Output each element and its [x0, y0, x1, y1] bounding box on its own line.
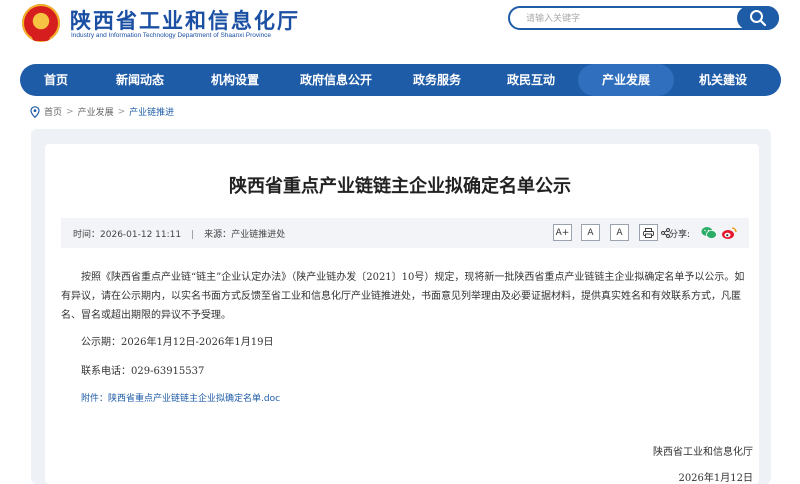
nav-item-industry[interactable]: 产业发展 [578, 64, 674, 96]
search-icon [750, 10, 767, 27]
breadcrumb-home[interactable]: 首页 [44, 105, 62, 118]
print-icon [643, 228, 654, 238]
article-title: 陕西省重点产业链链主企业拟确定名单公示 [229, 176, 571, 197]
breadcrumb-industry[interactable]: 产业发展 [78, 105, 114, 118]
article-source: 产业链推进处 [231, 230, 286, 240]
font-default-label: A [587, 228, 594, 238]
contact-phone: 联系电话：029-63915537 [81, 366, 205, 377]
weibo-icon[interactable] [721, 226, 737, 240]
site-title[interactable]: 陕西省工业和信息化厅 [70, 5, 300, 35]
attachment-link[interactable]: 附件：陕西省重点产业链链主企业拟确定名单.doc [81, 391, 280, 404]
main-nav: 首页 新闻动态 机构设置 政府信息公开 政务服务 政民互动 产业发展 机关建设 [20, 64, 781, 96]
font-default-button[interactable]: A [581, 224, 600, 241]
print-button[interactable] [639, 224, 658, 241]
meta-divider: | [191, 230, 195, 240]
font-increase-label: A+ [555, 228, 570, 238]
nav-item-interaction[interactable]: 政民互动 [484, 64, 578, 96]
signature: 陕西省工业和信息化厅 [653, 447, 753, 458]
time-label: 时间： [73, 230, 101, 240]
nav-item-news[interactable]: 新闻动态 [92, 64, 188, 96]
site-subtitle: Industry and Information Technology Depa… [71, 32, 272, 39]
font-decrease-button[interactable]: A [610, 224, 629, 241]
search-button[interactable] [737, 6, 779, 30]
breadcrumb: 首页 > 产业发展 > 产业链推进 [30, 105, 174, 118]
search-input[interactable] [524, 10, 728, 28]
publish-time: 2026-01-12 11:11 [100, 230, 182, 240]
wechat-icon[interactable] [701, 226, 717, 240]
article-meta-bar: 时间：2026-01-12 11:11 | 来源：产业链推进处 A+ A A 分享: [61, 218, 749, 248]
breadcrumb-separator: > [66, 106, 74, 117]
font-increase-button[interactable]: A+ [553, 224, 572, 241]
source-label: 来源： [204, 230, 232, 240]
nav-item-home[interactable]: 首页 [20, 64, 92, 96]
article-meta: 时间：2026-01-12 11:11 | 来源：产业链推进处 [73, 227, 285, 240]
share-label: 分享: [669, 230, 691, 240]
nav-item-gov-service[interactable]: 政务服务 [390, 64, 484, 96]
national-emblem-icon[interactable] [22, 4, 60, 42]
public-period: 公示期：2026年1月12日-2026年1月19日 [81, 337, 274, 348]
search-box [508, 6, 779, 30]
breadcrumb-current[interactable]: 产业链推进 [129, 105, 174, 118]
breadcrumb-separator: > [117, 106, 126, 117]
signature-date: 2026年1月12日 [678, 473, 753, 484]
article-paragraph: 按照《陕西省重点产业链“链主”企业认定办法》（陕产业链办发〔2021〕10号）规… [61, 272, 745, 321]
site-header: 陕西省工业和信息化厅 Industry and Information Tech… [0, 0, 800, 62]
nav-item-party[interactable]: 机关建设 [674, 64, 772, 96]
nav-item-organization[interactable]: 机构设置 [188, 64, 282, 96]
location-pin-icon [30, 105, 40, 118]
nav-item-gov-info[interactable]: 政府信息公开 [282, 64, 390, 96]
font-decrease-label: A [616, 228, 623, 238]
